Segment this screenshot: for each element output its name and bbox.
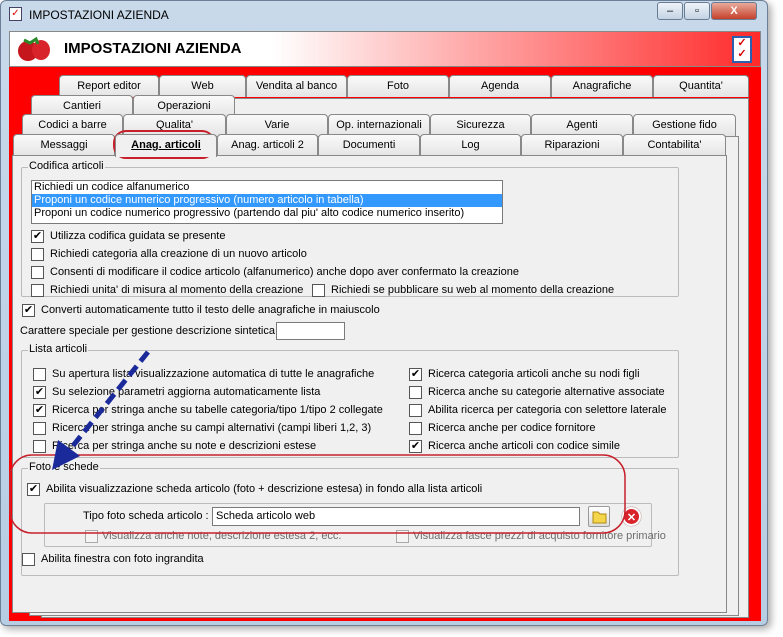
lista-option-checkbox[interactable] <box>33 368 46 381</box>
codifica-option-checkbox[interactable]: ✔ <box>31 230 44 243</box>
tipo-foto-label: Tipo foto scheda articolo : <box>83 510 209 522</box>
header-banner: IMPOSTAZIONI AZIENDA ✓ ✓ <box>9 31 761 67</box>
lista-option-checkbox[interactable] <box>409 422 422 435</box>
codifica-listbox[interactable]: Richiedi un codice alfanumerico Proponi … <box>31 180 503 224</box>
tab-agenti[interactable]: Agenti <box>531 114 633 136</box>
abilita-scheda-checkbox[interactable]: ✔ <box>27 483 40 496</box>
lista-option-checkbox[interactable] <box>409 386 422 399</box>
checklist-icon[interactable]: ✓ ✓ <box>732 36 752 63</box>
tab-codici-a-barre[interactable]: Codici a barre <box>22 114 123 136</box>
app-icon: ✓ <box>9 7 22 21</box>
tab-foto[interactable]: Foto <box>347 75 449 97</box>
carattere-input[interactable] <box>276 322 345 340</box>
lista-option-label: Su apertura lista visualizzazione automa… <box>52 368 375 380</box>
folder-icon <box>592 511 607 524</box>
codifica-option-checkbox[interactable] <box>31 266 44 279</box>
finestra-foto-label: Abilita finestra con foto ingrandita <box>41 553 204 565</box>
tab-sicurezza[interactable]: Sicurezza <box>430 114 531 136</box>
scheda-subgroup: Tipo foto scheda articolo : Scheda artic… <box>44 503 666 547</box>
header-title: IMPOSTAZIONI AZIENDA <box>64 40 242 57</box>
lista-option-checkbox[interactable]: ✔ <box>409 440 422 453</box>
tab-documenti[interactable]: Documenti <box>318 134 420 156</box>
tab-vendita-al-banco[interactable]: Vendita al banco <box>246 75 347 97</box>
lista-option-label: Ricerca anche su categorie alternative a… <box>428 386 665 398</box>
tab-riparazioni[interactable]: Riparazioni <box>521 134 623 156</box>
lista-legend: Lista articoli <box>28 343 89 355</box>
finestra-foto-checkbox[interactable] <box>22 553 35 566</box>
tab-anag-articoli[interactable]: Anag. articoli <box>115 134 217 157</box>
codifica-option-checkbox[interactable] <box>31 284 44 297</box>
lista-option-label: Ricerca per stringa anche su tabelle cat… <box>52 404 383 416</box>
lista-option-checkbox[interactable]: ✔ <box>409 368 422 381</box>
carattere-label: Carattere speciale per gestione descrizi… <box>20 325 282 337</box>
tab-page-anag-articoli: Codifica articoli Richiedi un codice alf… <box>12 155 727 613</box>
listbox-item-selected[interactable]: Proponi un codice numerico progressivo (… <box>32 194 502 207</box>
tab-contabilita[interactable]: Contabilita' <box>623 134 726 156</box>
codifica-option-label: Richiedi categoria alla creazione di un … <box>50 248 307 260</box>
converti-maiuscolo-label: Converti automaticamente tutto il testo … <box>41 304 380 316</box>
foto-legend: Foto e schede <box>28 461 100 473</box>
lista-option-label: Ricerca anche articoli con codice simile <box>428 440 620 452</box>
tab-anagrafiche[interactable]: Anagrafiche <box>551 75 653 97</box>
tab-quantita[interactable]: Quantita' <box>653 75 749 97</box>
codifica-option-checkbox[interactable] <box>31 248 44 261</box>
strawberry-logo-icon <box>16 36 52 62</box>
tab-agenda[interactable]: Agenda <box>449 75 551 97</box>
codifica-option-label: Richiedi se pubblicare su web al momento… <box>331 284 615 296</box>
minimize-button[interactable]: ‒ <box>657 2 683 20</box>
tab-anag-articoli-2[interactable]: Anag. articoli 2 <box>217 134 318 156</box>
lista-option-label: Ricerca per stringa anche su note e desc… <box>52 440 317 452</box>
tipo-foto-input[interactable]: Scheda articolo web <box>212 507 580 526</box>
visualizza-fasce-checkbox[interactable] <box>396 530 409 543</box>
visualizza-fasce-label: Visualizza fasce prezzi di acquisto forn… <box>413 530 666 542</box>
converti-maiuscolo-checkbox[interactable]: ✔ <box>22 304 35 317</box>
tab-qualita[interactable]: Qualita' <box>123 114 226 136</box>
lista-option-label: Ricerca categoria articoli anche su nodi… <box>428 368 640 380</box>
tab-op-internazionali[interactable]: Op. internazionali <box>328 114 430 136</box>
tab-report-editor[interactable]: Report editor <box>59 75 159 97</box>
lista-option-checkbox[interactable] <box>33 440 46 453</box>
tab-web[interactable]: Web <box>159 75 246 97</box>
lista-option-checkbox[interactable] <box>409 404 422 417</box>
codifica-option-label: Richiedi unita' di misura al momento del… <box>50 284 304 296</box>
lista-option-label: Su selezione parametri aggiorna automati… <box>52 386 321 398</box>
clear-button[interactable]: ✕ <box>622 507 641 526</box>
listbox-item[interactable]: Proponi un codice numerico progressivo (… <box>32 207 502 220</box>
codifica-option-checkbox[interactable] <box>312 284 325 297</box>
tab-messaggi[interactable]: Messaggi <box>13 134 115 156</box>
lista-option-label: Abilita ricerca per categoria con selett… <box>428 404 667 416</box>
window: ✓ IMPOSTAZIONI AZIENDA ‒ ▫ X IMPOSTAZION… <box>0 0 768 626</box>
tab-log[interactable]: Log <box>420 134 521 156</box>
close-button[interactable]: X <box>711 2 757 20</box>
lista-option-checkbox[interactable] <box>33 422 46 435</box>
codifica-group: Codifica articoli Richiedi un codice alf… <box>21 160 679 297</box>
lista-option-label: Ricerca anche per codice fornitore <box>428 422 596 434</box>
lista-option-checkbox[interactable]: ✔ <box>33 386 46 399</box>
visualizza-note-checkbox[interactable] <box>85 530 98 543</box>
codifica-option-label: Consenti di modificare il codice articol… <box>50 266 519 278</box>
lista-articoli-group: Lista articoli Su apertura lista visuali… <box>21 343 679 458</box>
tab-gestione-fido[interactable]: Gestione fido <box>633 114 736 136</box>
maximize-button[interactable]: ▫ <box>684 2 710 20</box>
lista-option-label: Ricerca per stringa anche su campi alter… <box>52 422 372 434</box>
window-title: IMPOSTAZIONI AZIENDA <box>29 8 169 22</box>
lista-option-checkbox[interactable]: ✔ <box>33 404 46 417</box>
tab-varie[interactable]: Varie <box>226 114 328 136</box>
listbox-item[interactable]: Richiedi un codice alfanumerico <box>32 181 502 194</box>
codifica-option-label: Utilizza codifica guidata se presente <box>50 230 226 242</box>
visualizza-note-label: Visualizza anche note, descrizione estes… <box>102 530 342 542</box>
codifica-legend: Codifica articoli <box>28 160 105 172</box>
abilita-scheda-label: Abilita visualizzazione scheda articolo … <box>46 483 483 495</box>
folder-button[interactable] <box>588 506 610 527</box>
